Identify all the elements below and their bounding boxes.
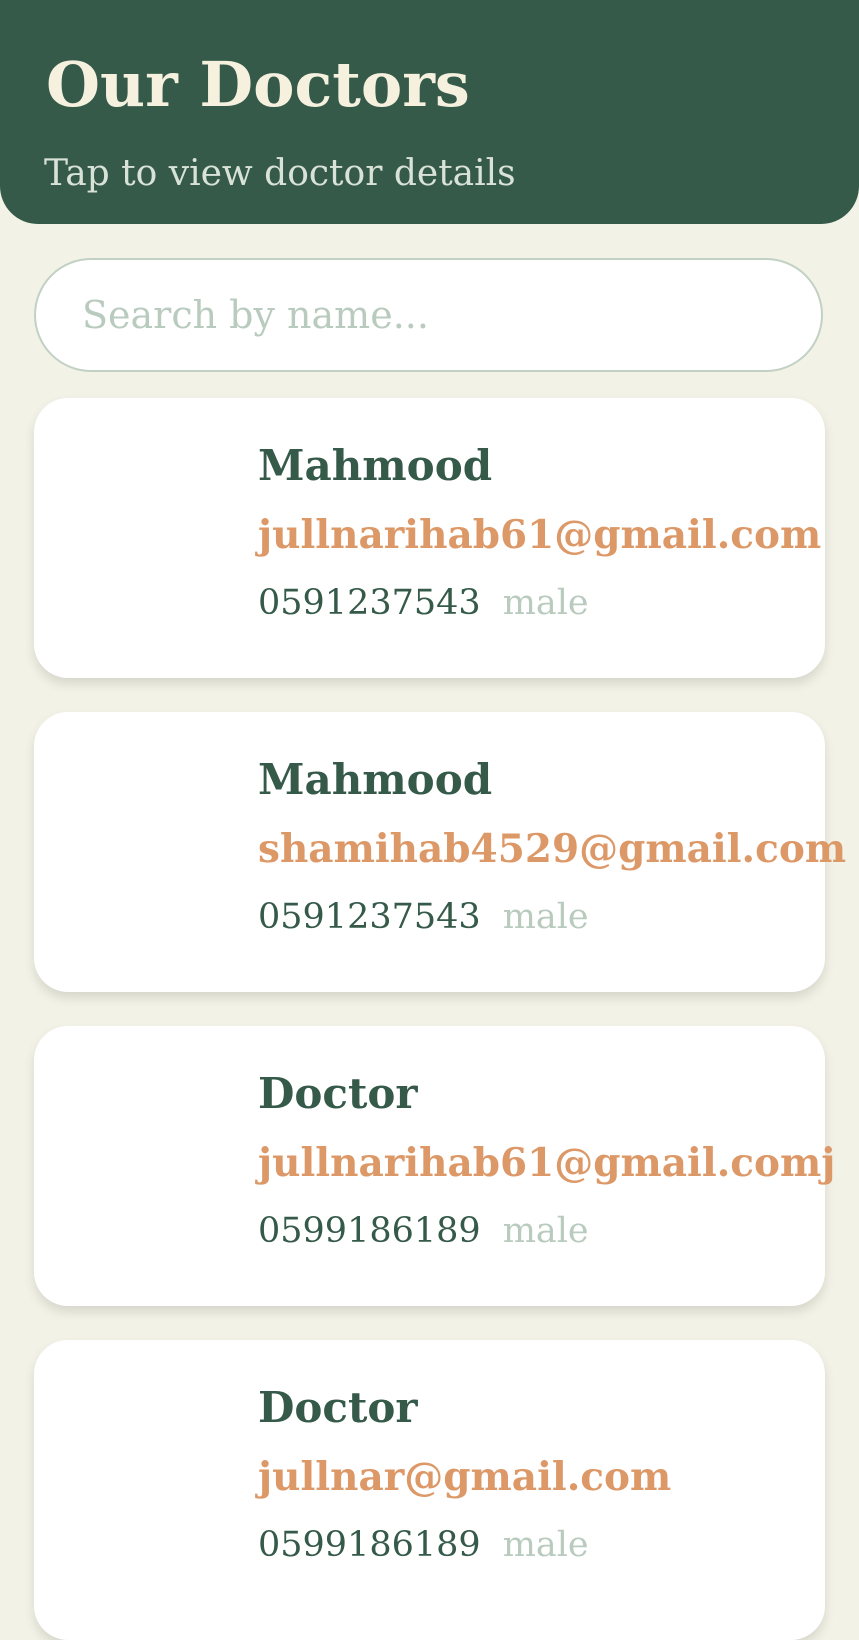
doctor-gender: male <box>502 897 589 937</box>
search-bar[interactable] <box>34 258 823 372</box>
search-input[interactable] <box>82 260 782 370</box>
page-title: Our Doctors <box>46 48 470 121</box>
doctor-meta: 0591237543 male <box>258 894 589 940</box>
doctor-meta: 0591237543 male <box>258 580 589 626</box>
doctor-phone: 0591237543 <box>258 897 481 937</box>
doctor-card[interactable]: Mahmood jullnarihab61@gmail.com 05912375… <box>34 398 825 678</box>
app-header: Our Doctors Tap to view doctor details <box>0 0 859 224</box>
doctor-gender: male <box>502 1525 589 1565</box>
doctor-gender: male <box>502 1211 589 1251</box>
doctor-name: Mahmood <box>258 441 493 490</box>
doctor-meta: 0599186189 male <box>258 1208 589 1254</box>
doctor-meta: 0599186189 male <box>258 1522 589 1568</box>
doctor-phone: 0591237543 <box>258 583 481 623</box>
doctor-name: Mahmood <box>258 755 493 804</box>
doctor-name: Doctor <box>258 1383 418 1432</box>
doctor-card[interactable]: Doctor jullnar@gmail.com 0599186189 male <box>34 1340 825 1640</box>
doctor-card[interactable]: Doctor jullnarihab61@gmail.comj 05991861… <box>34 1026 835 1306</box>
doctor-gender: male <box>502 583 589 623</box>
doctor-card[interactable]: Mahmood shamihab4529@gmail.com 059123754… <box>34 712 846 992</box>
doctor-email: jullnarihab61@gmail.com <box>258 512 822 558</box>
doctor-name: Doctor <box>258 1069 418 1118</box>
page-subtitle: Tap to view doctor details <box>44 153 516 194</box>
doctor-email: shamihab4529@gmail.com <box>258 826 847 872</box>
doctor-email: jullnarihab61@gmail.comj <box>258 1140 836 1186</box>
doctor-phone: 0599186189 <box>258 1211 481 1251</box>
doctor-phone: 0599186189 <box>258 1525 481 1565</box>
doctor-email: jullnar@gmail.com <box>258 1454 672 1500</box>
